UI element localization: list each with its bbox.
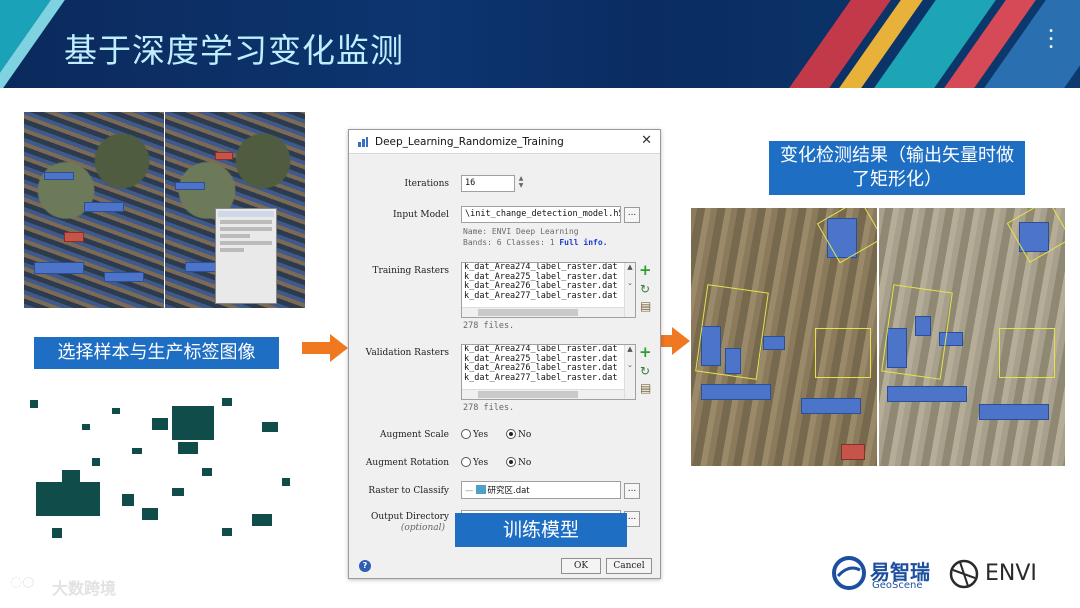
deep-learning-training-dialog: Deep_Learning_Randomize_Training ✕ Itera… bbox=[348, 129, 661, 579]
training-file-count: 278 files. bbox=[463, 321, 515, 331]
refresh-icon[interactable]: ↻ bbox=[640, 365, 650, 377]
cancel-button[interactable]: Cancel bbox=[606, 558, 652, 574]
clipboard-icon[interactable]: ▤ bbox=[640, 382, 651, 394]
change-polygon bbox=[999, 328, 1055, 378]
augment-rotation-no-radio[interactable]: No bbox=[506, 457, 531, 468]
sample-selection-panel bbox=[215, 208, 277, 304]
augment-rotation-label: Augment Rotation bbox=[365, 458, 449, 468]
vertical-scrollbar[interactable]: ▲ ⌄ bbox=[624, 263, 635, 317]
caption-change-result: 变化检测结果（输出矢量时做了矩形化） bbox=[769, 141, 1025, 195]
vertical-scrollbar[interactable]: ▲ ⌄ bbox=[624, 345, 635, 399]
optional-hint: (optional) bbox=[400, 523, 445, 533]
refresh-icon[interactable]: ↻ bbox=[640, 283, 650, 295]
geoscene-logo-icon bbox=[832, 556, 866, 590]
augment-scale-label: Augment Scale bbox=[380, 430, 449, 440]
horizontal-scrollbar[interactable] bbox=[462, 307, 624, 317]
change-result-image-after bbox=[879, 208, 1065, 466]
app-icon bbox=[358, 137, 368, 147]
raster-to-classify-label: Raster to Classify bbox=[368, 486, 449, 496]
clipboard-icon[interactable]: ▤ bbox=[640, 300, 651, 312]
caption-train-model: 训练模型 bbox=[455, 513, 627, 547]
geoscene-en-logo: GeoScene bbox=[872, 580, 923, 591]
validation-rasters-list[interactable]: k_dat_Area274_label_raster.dat k_dat_Are… bbox=[461, 344, 636, 400]
iterations-label: Iterations bbox=[404, 179, 450, 189]
close-icon[interactable]: ✕ bbox=[641, 133, 652, 148]
change-polygon bbox=[695, 284, 769, 380]
satellite-image-before bbox=[24, 112, 164, 308]
validation-file-count: 278 files. bbox=[463, 403, 515, 413]
label-raster-image bbox=[22, 378, 306, 546]
list-item[interactable]: k_dat_Area277_label_raster.dat bbox=[462, 291, 635, 302]
browse-model-button[interactable]: ... bbox=[624, 207, 640, 223]
add-icon[interactable]: + bbox=[639, 263, 652, 278]
raster-file-icon bbox=[475, 485, 486, 494]
menu-dots-icon: • • • bbox=[1048, 26, 1054, 53]
model-info: Name: ENVI Deep Learning Bands: 6 Classe… bbox=[463, 226, 608, 248]
raster-to-classify-value: 研究区.dat bbox=[487, 486, 530, 496]
envi-logo-icon bbox=[949, 559, 979, 589]
satellite-image-after bbox=[165, 112, 305, 308]
augment-scale-no-radio[interactable]: No bbox=[506, 429, 531, 440]
iterations-input[interactable]: 16 bbox=[461, 175, 515, 192]
output-directory-label: Output Directory bbox=[370, 512, 449, 522]
envi-logo-text: ENVI bbox=[985, 561, 1037, 586]
help-icon[interactable]: ? bbox=[359, 560, 371, 572]
change-polygon bbox=[816, 208, 877, 264]
augment-rotation-yes-radio[interactable]: Yes bbox=[461, 457, 488, 468]
change-result-image-before bbox=[691, 208, 877, 466]
horizontal-scrollbar[interactable] bbox=[462, 389, 624, 399]
change-polygon bbox=[1006, 208, 1065, 263]
raster-to-classify-field[interactable]: — 研究区.dat bbox=[461, 481, 621, 499]
title-banner: 基于深度学习变化监测 • • • bbox=[0, 0, 1080, 88]
training-rasters-list[interactable]: k_dat_Area274_label_raster.dat k_dat_Are… bbox=[461, 262, 636, 318]
add-icon[interactable]: + bbox=[639, 345, 652, 360]
iterations-stepper[interactable]: ▲ ▼ bbox=[517, 175, 525, 191]
model-info-bands: Bands: 6 Classes: 1 bbox=[463, 238, 555, 247]
dialog-titlebar: Deep_Learning_Randomize_Training ✕ bbox=[349, 130, 660, 154]
list-item[interactable]: k_dat_Area277_label_raster.dat bbox=[462, 373, 635, 384]
change-polygon bbox=[881, 284, 953, 380]
input-model-label: Input Model bbox=[393, 210, 449, 220]
input-model-field[interactable]: \init_change_detection_model.h5 bbox=[461, 206, 621, 223]
change-polygon bbox=[815, 328, 871, 378]
full-info-link[interactable]: Full info. bbox=[559, 238, 607, 247]
browse-raster-button[interactable]: ... bbox=[624, 483, 640, 499]
dialog-title: Deep_Learning_Randomize_Training bbox=[375, 136, 564, 148]
model-info-name: Name: ENVI Deep Learning bbox=[463, 227, 579, 236]
tree-branch-icon: — bbox=[465, 486, 474, 496]
slide-title: 基于深度学习变化监测 bbox=[64, 31, 404, 70]
watermark-icon: ◌○ bbox=[10, 574, 35, 590]
validation-rasters-label: Validation Rasters bbox=[365, 348, 449, 358]
arrow-right-icon bbox=[302, 334, 348, 362]
caption-sample-selection: 选择样本与生产标签图像 bbox=[34, 337, 279, 369]
watermark-text: 大数跨境 bbox=[52, 579, 117, 598]
ok-button[interactable]: OK bbox=[561, 558, 601, 574]
augment-scale-yes-radio[interactable]: Yes bbox=[461, 429, 488, 440]
training-rasters-label: Training Rasters bbox=[372, 266, 449, 276]
